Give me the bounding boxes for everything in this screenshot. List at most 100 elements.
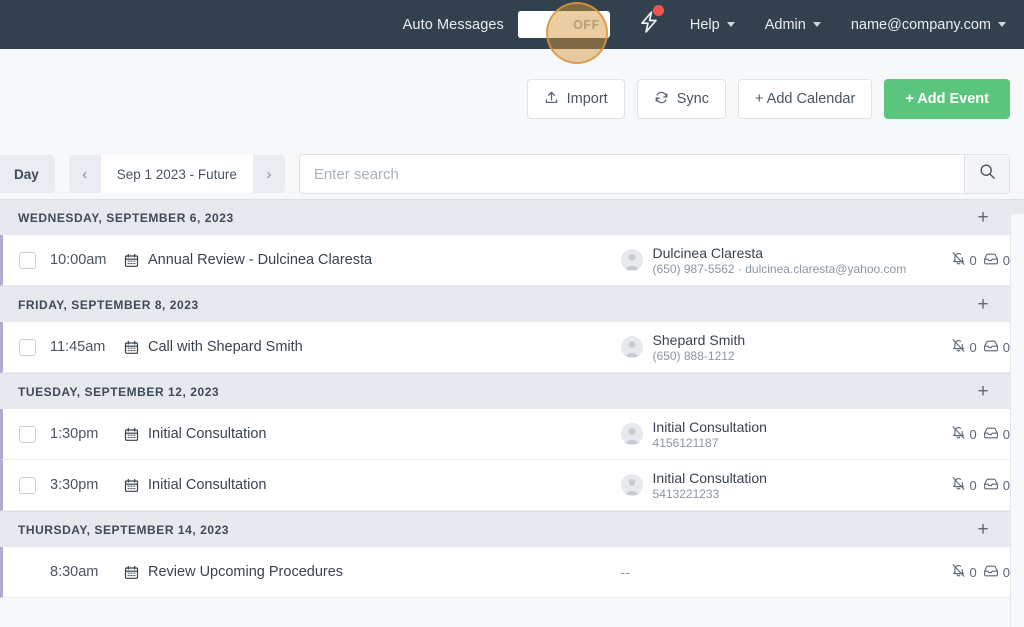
avatar [621,423,643,445]
inbox-icon [983,251,999,270]
contact-details: (650) 888-1212 [653,349,746,363]
filter-bar: Day ‹ Sep 1 2023 - Future › [0,149,1024,199]
event-title: Initial Consultation [148,477,267,493]
add-event-for-day-button[interactable]: + [970,205,996,231]
event-select-checkbox[interactable] [19,339,36,356]
messages-count: 0 [1003,565,1010,580]
toggle-knob [518,11,563,38]
messages-count: 0 [1003,427,1010,442]
add-event-for-day-button[interactable]: + [970,517,996,543]
messages-counter[interactable]: 0 [983,563,1010,582]
event-contact: Initial Consultation 4156121187 [621,419,951,450]
sync-icon [654,90,669,109]
day-header-label: TUESDAY, SEPTEMBER 12, 2023 [18,385,219,399]
contact-lines: Shepard Smith (650) 888-1212 [653,332,746,363]
avatar [621,249,643,271]
nav-link-admin[interactable]: Admin [765,17,821,33]
event-title: Annual Review - Dulcinea Claresta [148,252,372,268]
event-time: 3:30pm [50,477,124,493]
search-icon [979,163,996,185]
calendar-icon [124,565,139,580]
day-header: FRIDAY, SEPTEMBER 8, 2023 + [0,286,1024,322]
event-counters: 0 0 [951,338,1010,357]
sync-button[interactable]: Sync [637,79,726,119]
add-calendar-button-label: + Add Calendar [755,91,855,107]
event-row[interactable]: 8:30am Review Upcoming Procedures -- 0 0 [0,547,1024,598]
messages-counter[interactable]: 0 [983,338,1010,357]
contact-lines: Dulcinea Claresta (650) 987-5562 · dulci… [653,245,907,276]
import-button-label: Import [567,91,608,107]
event-contact: Shepard Smith (650) 888-1212 [621,332,951,363]
event-time: 10:00am [50,252,124,268]
avatar [621,336,643,358]
event-counters: 0 0 [951,251,1010,270]
nav-link-account-label: name@company.com [851,17,991,33]
nav-link-account[interactable]: name@company.com [851,17,1006,33]
add-event-button[interactable]: + Add Event [884,79,1010,119]
contact-lines: Initial Consultation 4156121187 [653,419,767,450]
event-contact: -- [621,564,951,580]
day-header-label: FRIDAY, SEPTEMBER 8, 2023 [18,298,199,312]
notifications-count: 0 [970,478,977,493]
notifications-counter[interactable]: 0 [951,251,977,269]
event-select-checkbox[interactable] [19,252,36,269]
event-list: WEDNESDAY, SEPTEMBER 6, 2023+10:00am Ann… [0,199,1024,598]
auto-messages-toggle[interactable]: OFF [518,11,610,38]
event-time: 1:30pm [50,426,124,442]
chevron-down-icon [998,22,1006,27]
event-time: 8:30am [50,564,124,580]
add-calendar-button[interactable]: + Add Calendar [738,79,872,119]
event-row[interactable]: 3:30pm Initial Consultation Initial Cons… [0,460,1024,511]
event-title: Review Upcoming Procedures [148,564,343,580]
calendar-icon [124,340,139,355]
messages-counter[interactable]: 0 [983,425,1010,444]
event-title: Initial Consultation [148,426,267,442]
add-event-for-day-button[interactable]: + [970,292,996,318]
notifications-count: 0 [970,565,977,580]
contact-name: Initial Consultation [653,470,767,486]
upload-icon [544,90,559,109]
quick-actions-button[interactable] [638,10,660,39]
inbox-icon [983,563,999,582]
messages-count: 0 [1003,253,1010,268]
calendar-icon [124,427,139,442]
chevron-down-icon [727,22,735,27]
calendar-icon [124,478,139,493]
messages-counter[interactable]: 0 [983,476,1010,495]
app-root: Auto Messages OFF Help Admin nam [0,0,1024,627]
prev-period-button[interactable]: ‹ [69,155,101,193]
scroll-rail[interactable] [1010,214,1024,627]
event-row[interactable]: 10:00am Annual Review - Dulcinea Clarest… [0,235,1024,286]
bell-off-icon [951,476,966,494]
notifications-counter[interactable]: 0 [951,338,977,356]
sync-button-label: Sync [677,91,709,107]
next-period-button[interactable]: › [253,155,285,193]
bell-off-icon [951,338,966,356]
nav-link-help[interactable]: Help [690,17,735,33]
notifications-counter[interactable]: 0 [951,476,977,494]
view-mode-day-button[interactable]: Day [0,155,55,193]
notifications-counter[interactable]: 0 [951,425,977,443]
add-event-for-day-button[interactable]: + [970,379,996,405]
search-input[interactable] [300,155,964,193]
contact-name: Dulcinea Claresta [653,245,907,261]
day-header: THURSDAY, SEPTEMBER 14, 2023+ [0,511,1024,547]
inbox-icon [983,476,999,495]
event-select-checkbox[interactable] [19,426,36,443]
contact-name: Shepard Smith [653,332,746,348]
date-range-label-button[interactable]: Sep 1 2023 - Future [101,155,253,193]
event-select-checkbox[interactable] [19,477,36,494]
event-row[interactable]: 11:45am Call with Shepard Smith Shepard … [0,322,1024,373]
search-submit-button[interactable] [964,155,1009,193]
bell-off-icon [951,563,966,581]
date-range-label: Sep 1 2023 - Future [117,167,237,182]
contact-details: (650) 987-5562 · dulcinea.claresta@yahoo… [653,262,907,276]
messages-counter[interactable]: 0 [983,251,1010,270]
view-mode-day-label: Day [14,167,39,182]
notification-dot [653,5,664,16]
nav-link-help-label: Help [690,17,720,33]
event-row[interactable]: 1:30pm Initial Consultation Initial Cons… [0,409,1024,460]
notifications-counter[interactable]: 0 [951,563,977,581]
import-button[interactable]: Import [527,79,625,119]
bell-off-icon [951,425,966,443]
